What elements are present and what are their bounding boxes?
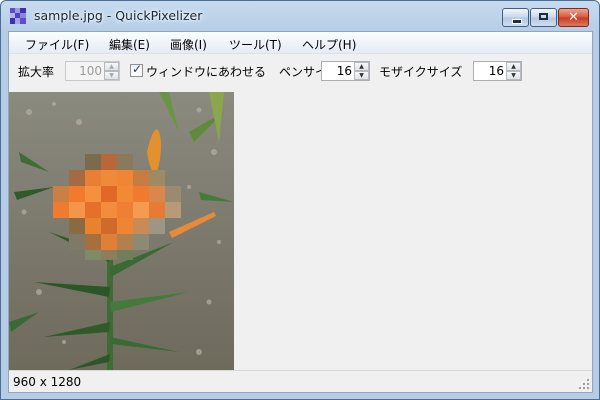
zoom-label: 拡大率 [18,65,55,79]
maximize-icon [539,13,548,20]
zoom-stepper: 100 ▲ ▼ [65,61,120,81]
status-bar: 960 x 1280 [9,370,592,392]
app-window: sample.jpg - QuickPixelizer ✕ ファイル(F) 編集… [0,0,600,400]
window-title: sample.jpg - QuickPixelizer [34,8,203,23]
menu-image[interactable]: 画像(I) [170,36,207,53]
image-canvas[interactable] [9,92,234,370]
menu-tools[interactable]: ツール(T) [229,36,282,53]
zoom-stepper-buttons: ▲ ▼ [104,62,119,80]
mosaic-size-value[interactable]: 16 [489,64,504,78]
fit-window-label[interactable]: ウィンドウにあわせる [146,63,266,80]
zoom-value: 100 [79,64,102,78]
mosaic-size-stepper-buttons: ▲ ▼ [506,62,521,80]
fit-window-checkbox[interactable]: ✓ [130,62,143,77]
image-dimensions: 960 x 1280 [13,375,82,389]
toolbar: 拡大率 100 ▲ ▼ ✓ ウィンドウにあわせる ペンサイズ 16 ▲ ▼ モザ… [9,55,592,89]
pen-size-down-icon[interactable]: ▼ [354,71,369,80]
minimize-button[interactable] [502,8,529,27]
mosaic-size-stepper[interactable]: 16 ▲ ▼ [473,61,522,81]
resize-grip-icon[interactable] [578,378,590,390]
menu-edit[interactable]: 編集(E) [109,36,150,53]
pen-size-stepper[interactable]: 16 ▲ ▼ [321,61,370,81]
maximize-button[interactable] [530,8,557,27]
mosaic-size-label: モザイクサイズ [379,65,463,79]
pen-size-value[interactable]: 16 [337,64,352,78]
canvas-area[interactable] [9,92,592,370]
close-button[interactable]: ✕ [558,8,589,27]
pen-size-stepper-buttons: ▲ ▼ [354,62,369,80]
zoom-up-icon: ▲ [104,62,119,71]
menu-help[interactable]: ヘルプ(H) [302,36,356,53]
pen-size-up-icon[interactable]: ▲ [354,62,369,71]
check-icon: ✓ [132,62,143,76]
mosaic-size-up-icon[interactable]: ▲ [506,62,521,71]
menu-file[interactable]: ファイル(F) [25,36,89,53]
client-area: ファイル(F) 編集(E) 画像(I) ツール(T) ヘルプ(H) 拡大率 10… [8,31,593,393]
close-icon: ✕ [568,10,579,25]
menu-bar: ファイル(F) 編集(E) 画像(I) ツール(T) ヘルプ(H) [9,32,592,54]
pixel-mosaic-icon [10,8,26,24]
title-bar[interactable]: sample.jpg - QuickPixelizer ✕ [1,1,599,31]
minimize-icon [512,19,522,24]
zoom-down-icon: ▼ [104,71,119,80]
mosaic-size-down-icon[interactable]: ▼ [506,71,521,80]
